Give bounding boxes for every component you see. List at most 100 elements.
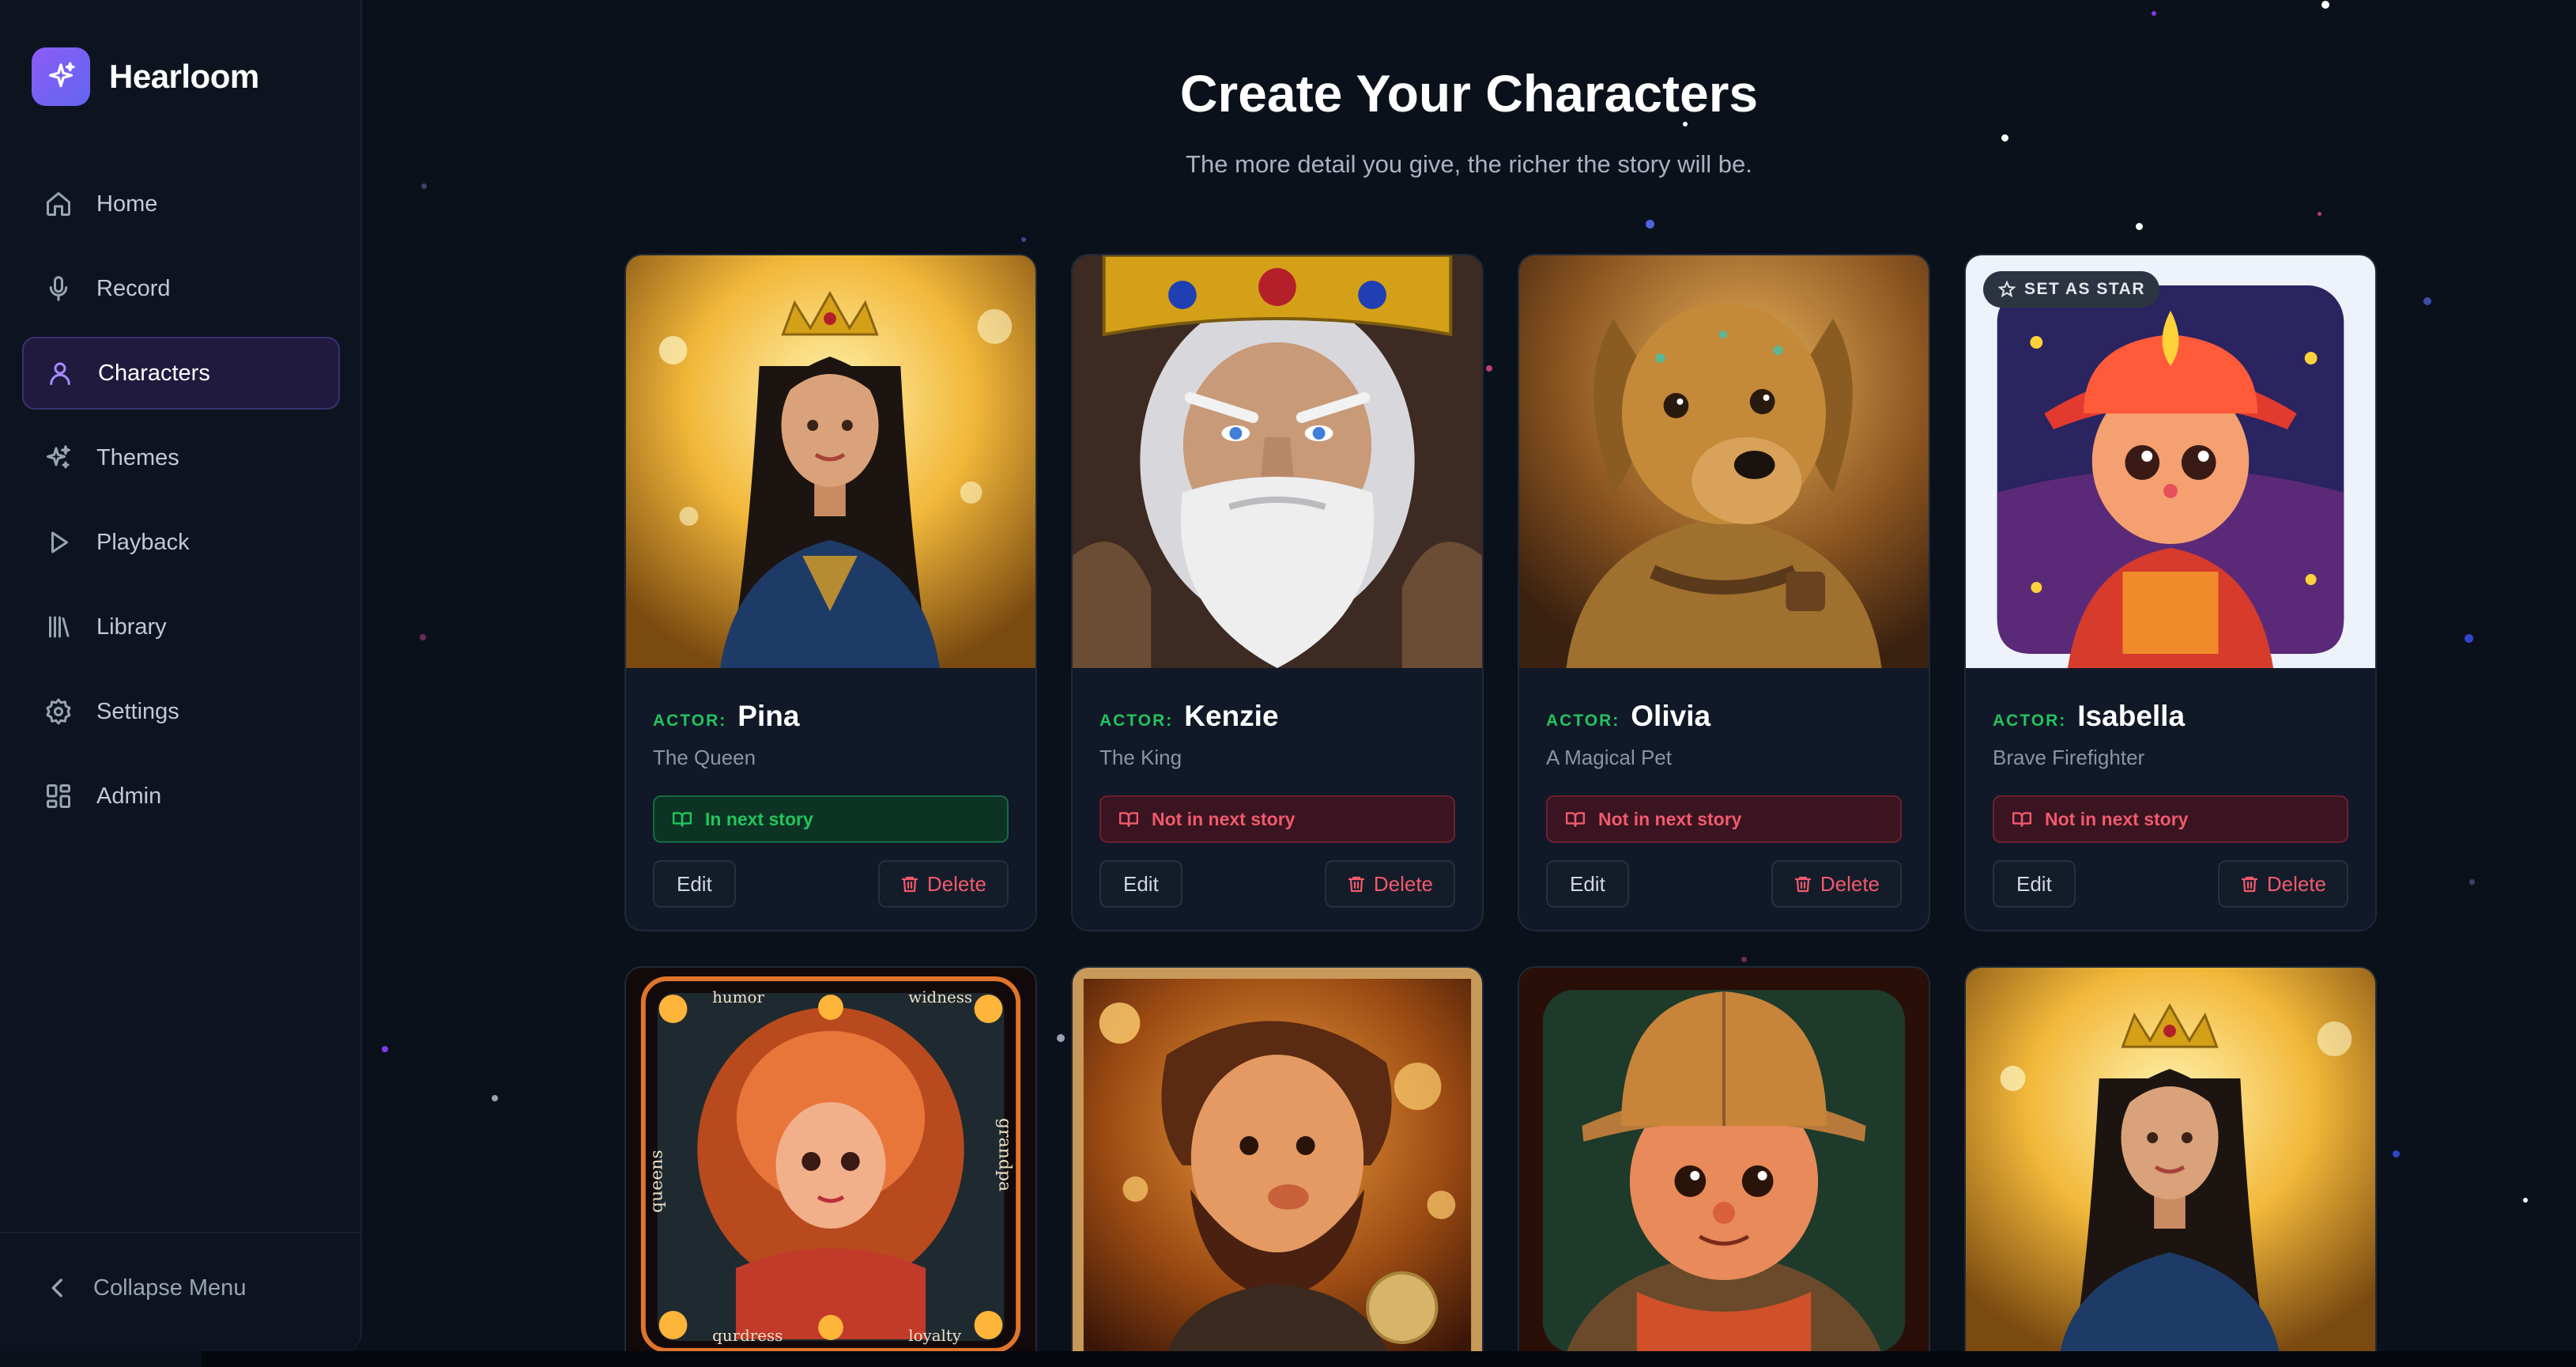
- sidebar-item-record[interactable]: Record: [22, 252, 340, 325]
- set-as-star-label: SET AS STAR: [2024, 280, 2146, 298]
- collapse-menu-button[interactable]: Collapse Menu: [44, 1274, 246, 1301]
- frame-text-bottom-left: qurdress: [712, 1327, 783, 1345]
- user-icon: [50, 362, 70, 385]
- dog-portrait[interactable]: [1519, 255, 1929, 668]
- star-outline-icon: [1997, 280, 2016, 298]
- delete-button[interactable]: Delete: [1771, 860, 1902, 908]
- firefighter-portrait[interactable]: SET AS STAR: [1966, 255, 2375, 668]
- delete-button[interactable]: Delete: [877, 860, 1009, 908]
- frame-text-top-left: humor: [712, 988, 764, 1006]
- actor-name: Olivia: [1631, 700, 1711, 732]
- sidebar-item-home[interactable]: Home: [22, 168, 340, 240]
- book-open-icon: [672, 812, 692, 827]
- star: [1486, 365, 1492, 372]
- star: [492, 1095, 498, 1101]
- delete-label: Delete: [1373, 871, 1433, 896]
- trash-icon: [901, 876, 918, 893]
- edit-button[interactable]: Edit: [1099, 860, 1182, 908]
- sidebar: Hearloom Home Record Characters Themes P…: [0, 0, 362, 1351]
- sidebar-nav: Home Record Characters Themes Playback L…: [22, 168, 340, 844]
- king-portrait[interactable]: [1073, 255, 1482, 668]
- story-status-toggle[interactable]: In next story: [653, 795, 1009, 843]
- character-role: The Queen: [653, 746, 756, 769]
- sparkle-logo-icon: [32, 47, 90, 106]
- tarot-girl-portrait[interactable]: humor widness queens grandpa qurdress lo…: [626, 968, 1035, 1351]
- sidebar-item-library[interactable]: Library: [22, 591, 340, 663]
- character-card: SET AS STAR ACTOR: Isabella Brave Firefi…: [1964, 254, 2377, 931]
- actor-tag: ACTOR:: [1546, 712, 1620, 730]
- sidebar-item-admin[interactable]: Admin: [22, 760, 340, 833]
- star: [1021, 237, 1026, 242]
- delete-label: Delete: [2266, 871, 2326, 896]
- character-role: The King: [1099, 746, 1182, 769]
- sidebar-item-label: Admin: [96, 783, 162, 809]
- character-card: [1518, 966, 1930, 1351]
- edit-button[interactable]: Edit: [1993, 860, 2076, 908]
- star: [2465, 634, 2473, 643]
- sidebar-item-label: Library: [96, 614, 167, 640]
- delete-button[interactable]: Delete: [1324, 860, 1455, 908]
- story-status-label: Not in next story: [1598, 808, 1742, 829]
- star: [382, 1046, 388, 1052]
- character-card: ACTOR: Pina The Queen In next story Edit…: [624, 254, 1037, 931]
- brand[interactable]: Hearloom: [32, 47, 259, 106]
- set-as-star-button[interactable]: SET AS STAR: [1983, 271, 2160, 308]
- frame-text-top-right: widness: [908, 988, 972, 1006]
- sparkles-icon: [47, 445, 70, 469]
- trash-icon: [1348, 876, 1364, 893]
- chevron-left-icon: [51, 1278, 62, 1297]
- star: [2321, 1, 2329, 9]
- sidebar-item-label: Settings: [96, 698, 179, 724]
- frame-text-left: queens: [647, 1150, 667, 1213]
- trash-icon: [2241, 876, 2257, 893]
- star: [2469, 879, 2475, 885]
- star: [1646, 220, 1654, 228]
- character-role: Brave Firefighter: [1993, 746, 2145, 769]
- explorer-boy-portrait[interactable]: [1519, 968, 1929, 1351]
- delete-label: Delete: [1820, 871, 1880, 896]
- microphone-icon: [49, 276, 68, 301]
- bearded-man-portrait[interactable]: [1073, 968, 1482, 1351]
- frame-text-right: grandpa: [994, 1118, 1014, 1191]
- star: [2001, 134, 2008, 142]
- star: [2523, 1198, 2528, 1203]
- sidebar-item-themes[interactable]: Themes: [22, 421, 340, 494]
- sidebar-item-settings[interactable]: Settings: [22, 675, 340, 748]
- sidebar-divider: [0, 1232, 360, 1233]
- delete-button[interactable]: Delete: [2217, 860, 2348, 908]
- app-name: Hearloom: [109, 58, 259, 95]
- sidebar-item-label: Playback: [96, 529, 190, 555]
- star: [2136, 223, 2143, 230]
- star: [1741, 957, 1747, 962]
- star: [421, 183, 427, 189]
- edit-button[interactable]: Edit: [653, 860, 736, 908]
- page-title: Create Your Characters: [1179, 64, 1759, 123]
- story-status-label: Not in next story: [2045, 808, 2189, 829]
- actor-name: Isabella: [2077, 700, 2186, 732]
- character-card: ACTOR: Olivia A Magical Pet Not in next …: [1518, 254, 1930, 931]
- book-open-icon: [1565, 812, 1586, 827]
- actor-tag: ACTOR:: [1993, 712, 2067, 730]
- book-open-icon: [1118, 812, 1139, 827]
- character-card: ACTOR: Kenzie The King Not in next story…: [1071, 254, 1484, 931]
- sidebar-item-label: Themes: [96, 444, 179, 470]
- story-status-label: Not in next story: [1152, 808, 1296, 829]
- story-status-toggle[interactable]: Not in next story: [1993, 795, 2348, 843]
- home-icon: [47, 192, 70, 216]
- story-status-toggle[interactable]: Not in next story: [1546, 795, 1902, 843]
- edit-button[interactable]: Edit: [1546, 860, 1629, 908]
- character-card: [1964, 966, 2377, 1351]
- queen-portrait[interactable]: [626, 255, 1035, 668]
- sidebar-item-label: Record: [96, 275, 171, 301]
- star: [420, 634, 426, 640]
- trash-icon: [1794, 876, 1811, 893]
- queen-portrait-repeat[interactable]: [1966, 968, 2375, 1351]
- story-status-label: In next story: [705, 808, 813, 829]
- actor-name: Pina: [737, 700, 800, 732]
- character-role: A Magical Pet: [1546, 746, 1672, 769]
- actor-name: Kenzie: [1184, 700, 1279, 732]
- story-status-toggle[interactable]: Not in next story: [1099, 795, 1455, 843]
- sidebar-item-characters[interactable]: Characters: [22, 337, 340, 410]
- sidebar-item-playback[interactable]: Playback: [22, 506, 340, 579]
- gear-icon: [46, 698, 71, 725]
